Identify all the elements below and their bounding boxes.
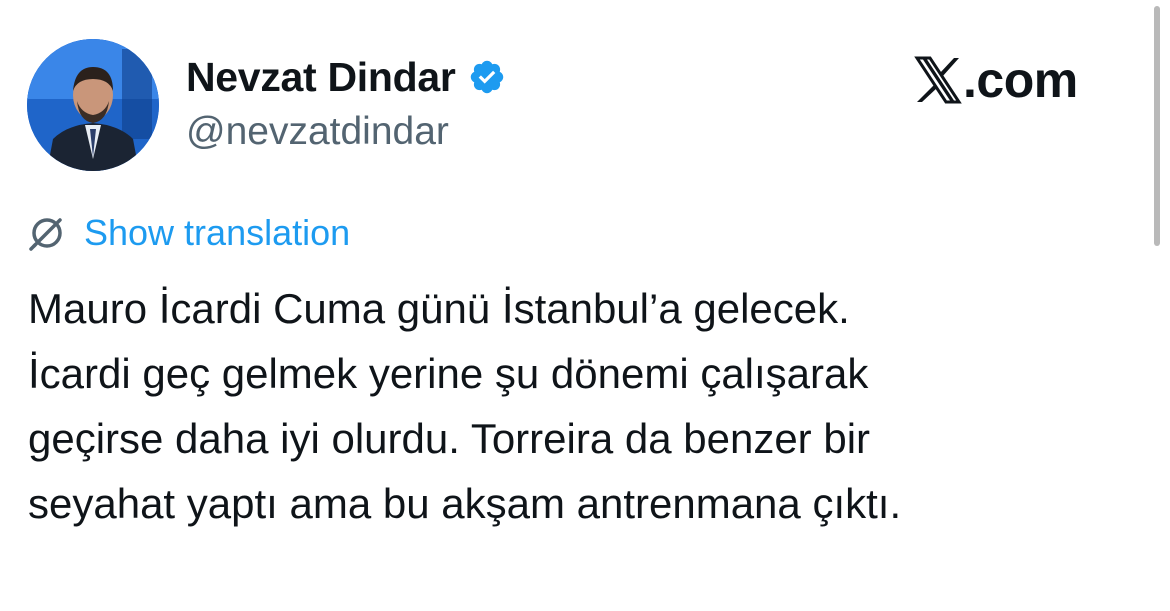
tweet-line: Mauro İcardi Cuma günü İstanbul’a gelece… xyxy=(28,285,850,332)
display-name[interactable]: Nevzat Dindar xyxy=(186,54,456,101)
tweet-line: İcardi geç gelmek yerine şu dönemi çalış… xyxy=(28,350,869,397)
globe-icon xyxy=(28,214,66,252)
author-name-row[interactable]: Nevzat Dindar xyxy=(186,52,506,102)
avatar[interactable] xyxy=(27,39,159,171)
brand-logo: .com xyxy=(913,52,1078,108)
show-translation-link[interactable]: Show translation xyxy=(84,212,350,254)
brand-text: .com xyxy=(963,52,1078,108)
tweet-line: seyahat yaptı ama bu akşam antrenmana çı… xyxy=(28,480,902,527)
tweet-text: Mauro İcardi Cuma günü İstanbul’a gelece… xyxy=(28,276,1138,536)
x-logo-icon xyxy=(913,56,963,104)
tweet-line: geçirse daha iyi olurdu. Torreira da ben… xyxy=(28,415,871,462)
author-handle[interactable]: @nevzatdindar xyxy=(186,110,449,154)
show-translation-row[interactable]: Show translation xyxy=(28,210,350,256)
scrollbar[interactable] xyxy=(1154,6,1160,246)
verified-badge-icon xyxy=(468,58,506,96)
